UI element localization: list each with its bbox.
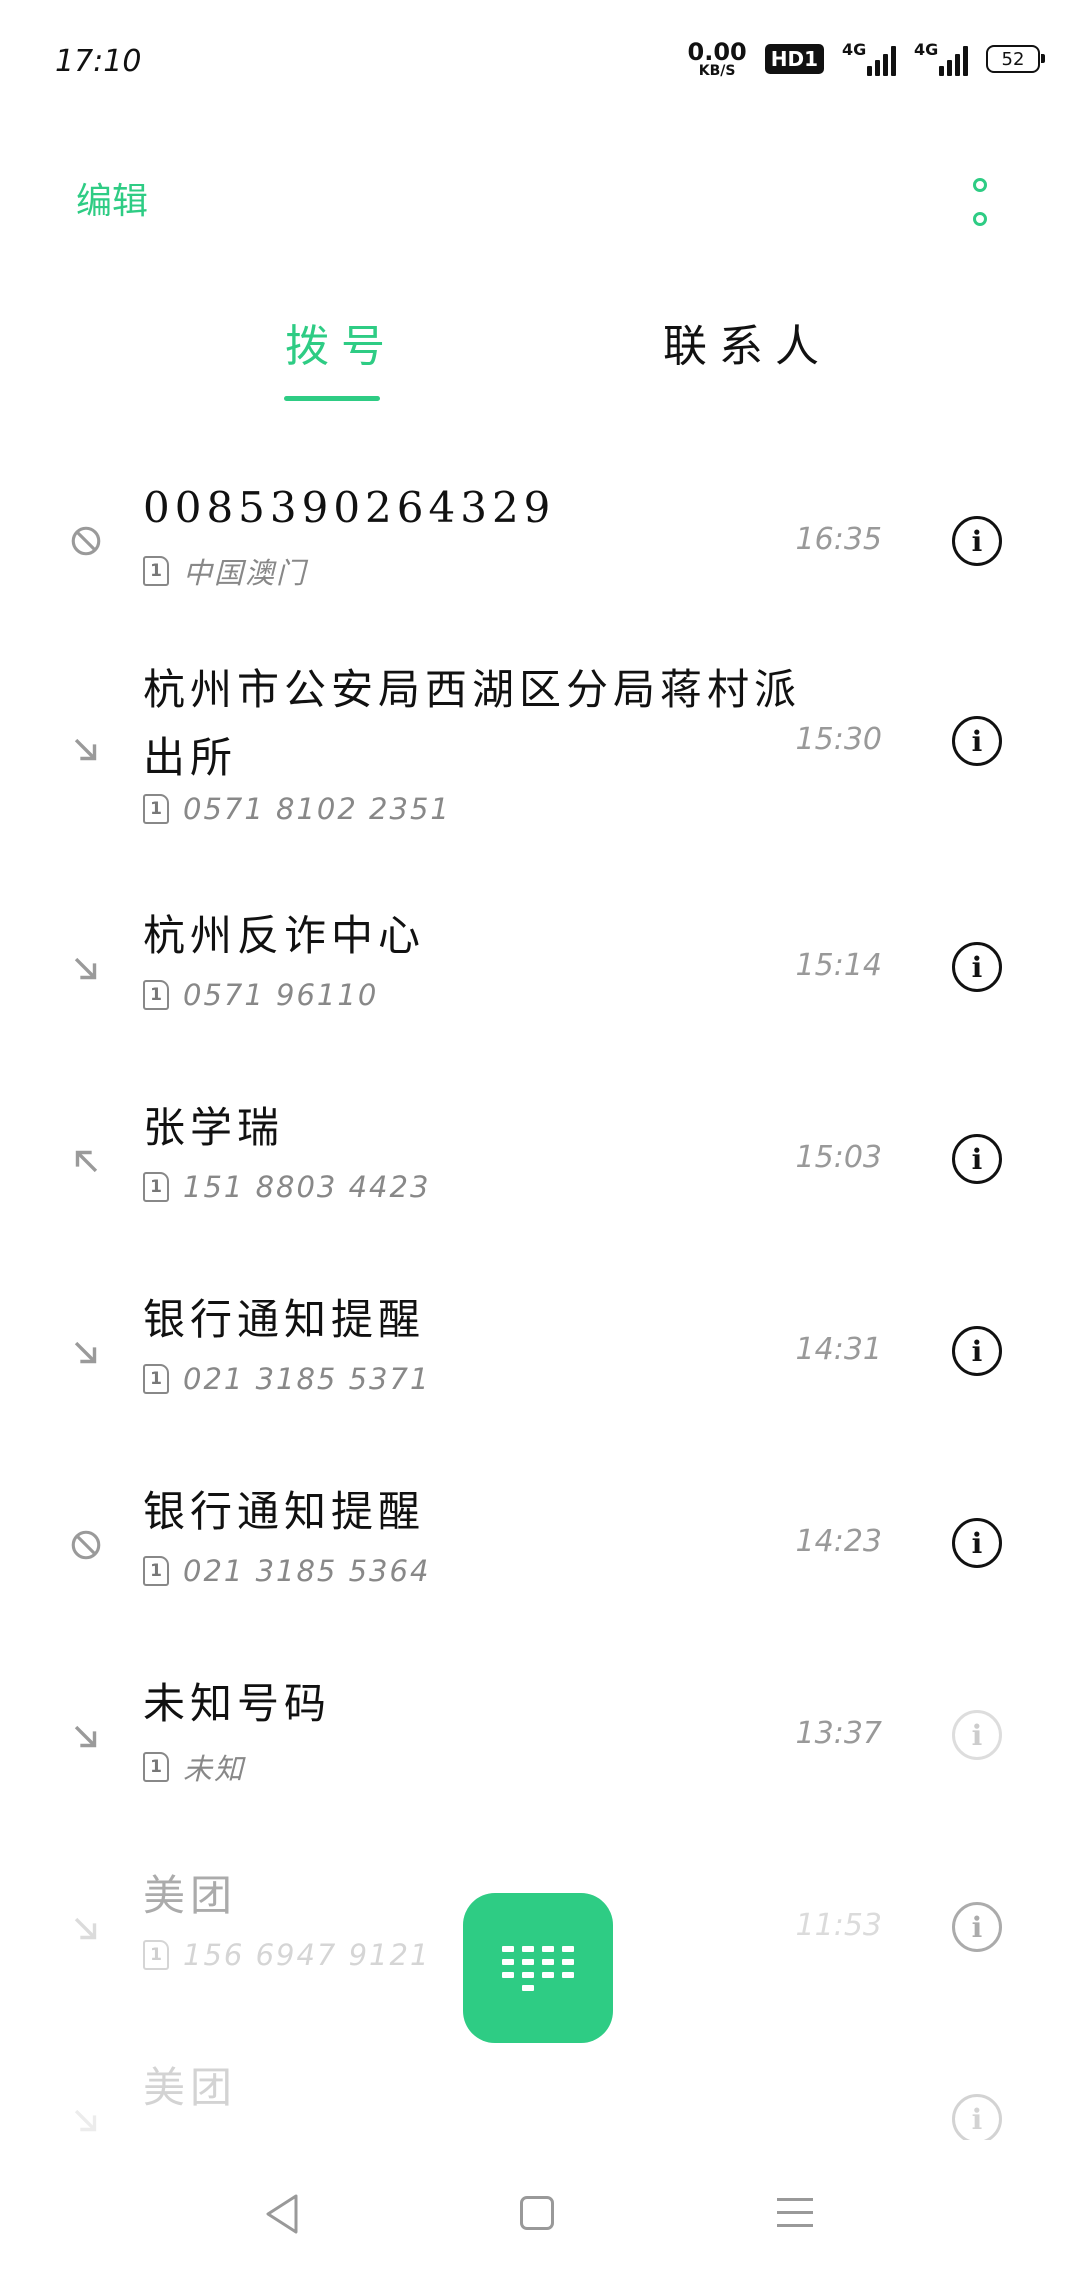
- call-time: 15:30: [795, 722, 882, 757]
- hd-badge: HD1: [764, 44, 824, 74]
- signal-sim1-icon: 4G: [842, 40, 896, 76]
- network-speed-unit: KB/S: [698, 63, 736, 79]
- call-details-info-icon[interactable]: i: [952, 1326, 1002, 1376]
- battery-icon: 52: [986, 45, 1045, 73]
- back-icon[interactable]: [262, 2192, 302, 2240]
- status-bar: 17:10 0.00 KB/S HD1 4G 4G 52: [0, 0, 1080, 110]
- sim-card-icon: 1: [143, 1172, 169, 1202]
- call-time: 11:53: [795, 1908, 882, 1943]
- call-log-list: 0085390264329 1 中国澳门 16:35 i 杭州市公安局西湖区分局…: [0, 440, 1080, 2140]
- blocked-call-icon: [67, 522, 105, 560]
- call-name: 银行通知提醒: [143, 1487, 426, 1536]
- status-time: 17:10: [55, 44, 142, 79]
- call-number: 0571 8102 2351: [183, 792, 451, 826]
- call-subtitle: 1 未知: [143, 1746, 245, 1788]
- sim-card-icon: 1: [143, 556, 169, 586]
- incoming-call-icon: [67, 1334, 105, 1372]
- call-details-info-icon[interactable]: i: [952, 2094, 1002, 2140]
- call-details-info-icon[interactable]: i: [952, 1134, 1002, 1184]
- call-time: 14:23: [795, 1524, 882, 1559]
- call-location: 未知: [183, 1752, 246, 1786]
- call-details-info-icon[interactable]: i: [952, 516, 1002, 566]
- dialpad-icon: [502, 1945, 574, 1991]
- active-tab-indicator: [284, 396, 380, 401]
- sim-card-icon: 1: [143, 1752, 169, 1782]
- call-location: 中国澳门: [183, 556, 308, 590]
- call-log-item[interactable]: 未知号码 1 未知 13:37 i: [0, 1678, 1080, 1798]
- incoming-call-icon: [67, 1718, 105, 1756]
- tab-dial[interactable]: 拨号: [285, 310, 397, 374]
- call-details-info-icon[interactable]: i: [952, 1518, 1002, 1568]
- incoming-call-icon: [67, 1910, 105, 1948]
- call-name: 张学瑞: [143, 1103, 285, 1152]
- call-name: 未知号码: [143, 1679, 332, 1728]
- call-number: 021 3185 5364: [183, 1554, 431, 1588]
- call-name: 0085390264329: [143, 483, 556, 532]
- call-number: 151 8803 4423: [183, 1170, 431, 1204]
- call-name: 杭州反诈中心: [143, 911, 426, 960]
- sim-card-icon: 1: [143, 1556, 169, 1586]
- call-details-info-icon[interactable]: i: [952, 716, 1002, 766]
- sim-card-icon: 1: [143, 1940, 169, 1970]
- call-subtitle: 1 151 8803 4423: [143, 1170, 430, 1204]
- call-log-item[interactable]: 张学瑞 1 151 8803 4423 15:03 i: [0, 1102, 1080, 1222]
- call-details-info-icon[interactable]: i: [952, 1710, 1002, 1760]
- call-log-item[interactable]: 杭州市公安局西湖区分局蒋村派出所 1 0571 8102 2351 15:30 …: [0, 656, 1080, 836]
- sim-card-icon: 1: [143, 794, 169, 824]
- network-speed: 0.00 KB/S: [688, 40, 747, 78]
- call-time: 14:31: [795, 1332, 882, 1367]
- status-indicators: 0.00 KB/S HD1 4G 4G 52: [688, 40, 1045, 78]
- network-speed-value: 0.00: [687, 38, 747, 66]
- edit-button[interactable]: 编辑: [76, 172, 148, 224]
- call-name: 银行通知提醒: [143, 1295, 426, 1344]
- call-subtitle: 1 中国澳门: [143, 550, 307, 592]
- call-name: 杭州市公安局西湖区分局蒋村派出所: [143, 665, 802, 782]
- call-subtitle: 1 021 3185 5364: [143, 1554, 430, 1588]
- call-log-item[interactable]: 美团 i: [0, 2062, 1080, 2140]
- sim-card-icon: 1: [143, 1364, 169, 1394]
- signal-sim2-label: 4G: [914, 40, 939, 59]
- call-subtitle: 1 0571 8102 2351: [143, 792, 451, 826]
- call-log-item[interactable]: 银行通知提醒 1 021 3185 5371 14:31 i: [0, 1294, 1080, 1414]
- call-subtitle: 1 0571 96110: [143, 978, 378, 1012]
- incoming-call-icon: [67, 731, 105, 769]
- home-icon[interactable]: [520, 2196, 554, 2230]
- dialpad-button[interactable]: [463, 1893, 613, 2043]
- call-log-item[interactable]: 0085390264329 1 中国澳门 16:35 i: [0, 480, 1080, 600]
- outgoing-call-icon: [67, 1142, 105, 1180]
- call-name: 美团: [143, 2063, 238, 2112]
- incoming-call-icon: [67, 950, 105, 988]
- call-number: 0571 96110: [183, 978, 379, 1012]
- call-subtitle: 1 156 6947 9121: [143, 1938, 430, 1972]
- sim-card-icon: 1: [143, 980, 169, 1010]
- call-log-item[interactable]: 杭州反诈中心 1 0571 96110 15:14 i: [0, 910, 1080, 1030]
- more-vertical-icon[interactable]: [960, 178, 1000, 226]
- tab-bar: 拨号 联系人: [0, 300, 1080, 410]
- call-time: 15:14: [795, 948, 882, 983]
- call-subtitle: 1 021 3185 5371: [143, 1362, 430, 1396]
- call-time: 15:03: [795, 1140, 882, 1175]
- call-details-info-icon[interactable]: i: [952, 1902, 1002, 1952]
- call-number: 021 3185 5371: [183, 1362, 431, 1396]
- tab-contacts[interactable]: 联系人: [663, 310, 831, 374]
- system-nav-bar: [0, 2150, 1080, 2280]
- battery-level: 52: [1001, 48, 1025, 70]
- blocked-call-icon: [67, 1526, 105, 1564]
- call-details-info-icon[interactable]: i: [952, 942, 1002, 992]
- signal-sim1-label: 4G: [842, 40, 867, 59]
- menu-icon[interactable]: [777, 2198, 813, 2227]
- call-time: 16:35: [795, 522, 882, 557]
- signal-sim2-icon: 4G: [914, 40, 968, 76]
- call-time: 13:37: [795, 1716, 882, 1751]
- incoming-call-icon: [67, 2102, 105, 2140]
- call-log-item[interactable]: 银行通知提醒 1 021 3185 5364 14:23 i: [0, 1486, 1080, 1606]
- call-number: 156 6947 9121: [183, 1938, 431, 1972]
